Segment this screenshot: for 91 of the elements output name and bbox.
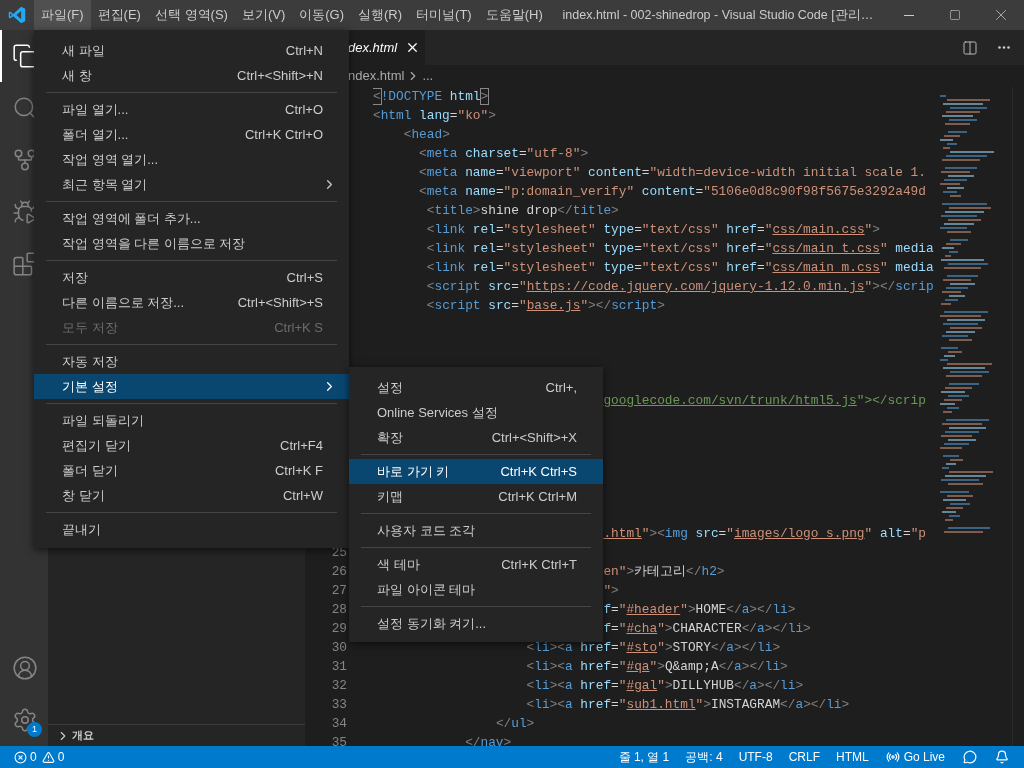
menu-bar-item[interactable]: 보기(V): [234, 0, 293, 30]
menu-item[interactable]: 다른 이름으로 저장... Ctrl+<Shift>+S: [34, 290, 349, 315]
code-line: en">카테고리</h2>: [603, 563, 725, 579]
window-title: index.html - 002-shinedrop - Visual Studio Code [관리…: [562, 6, 874, 24]
menu-item[interactable]: 저장 Ctrl+S: [34, 265, 349, 290]
code-line: <meta charset="utf-8">: [419, 145, 589, 161]
app-logo-icon: [8, 6, 26, 24]
maximize-icon: [949, 9, 961, 21]
code-line: </nav>: [465, 734, 512, 746]
code-line: <!DOCTYPE html>: [373, 88, 489, 104]
status-item[interactable]: CRLF: [780, 746, 828, 768]
menu-bar-item[interactable]: 편집(E): [90, 0, 148, 30]
menu-item[interactable]: 색 테마 Ctrl+K Ctrl+T: [349, 552, 603, 577]
line-number: 27: [331, 582, 347, 598]
menu-bar-item[interactable]: 이동(G): [292, 0, 352, 30]
breadcrumb-item[interactable]: ndex.html: [348, 66, 405, 86]
code-line: f="#header">HOME</a></li>: [603, 601, 796, 617]
status-item[interactable]: 줄 1, 열 1: [610, 746, 678, 768]
menu-item[interactable]: 바로 가기 키 Ctrl+K Ctrl+S: [349, 459, 603, 484]
menu-item[interactable]: 폴더 닫기 Ctrl+K F: [34, 458, 349, 483]
code-line: <html lang="ko">: [373, 107, 496, 123]
code-line: <link rel="stylesheet" type="text/css" href="css/main_t.css" media: [426, 240, 934, 256]
menu-bar-item[interactable]: 도움말(H): [478, 0, 550, 30]
menu-item[interactable]: 작업 영역 열기...: [34, 147, 349, 172]
code-line: <meta name="p:domain_verify" content="5106e0d8c90f98f5675e3292a49d: [419, 183, 926, 199]
activity-bar-item[interactable]: 1: [0, 694, 48, 746]
code-line: <link rel="stylesheet" type="text/css" href="css/main_m.css" media: [426, 259, 934, 275]
menu-item[interactable]: 편집기 닫기 Ctrl+F4: [34, 433, 349, 458]
menu-item[interactable]: 파일 열기... Ctrl+O: [34, 97, 349, 122]
line-number: 33: [331, 696, 347, 712]
code-line: f="#cha">CHARACTER</a></li>: [603, 620, 811, 636]
line-number: 30: [331, 639, 347, 655]
code-line: <li><a href="sub1.html">INSTAGRAM</a></li>: [526, 696, 850, 712]
code-line: </ul>: [495, 715, 535, 731]
menu-item[interactable]: Online Services 설정: [349, 400, 603, 425]
menu-bar-item[interactable]: 파일(F): [34, 0, 91, 30]
bell-icon: [995, 750, 1009, 764]
menu-item[interactable]: 파일 되돌리기: [34, 408, 349, 433]
menu-bar-item[interactable]: 터미널(T): [409, 0, 479, 30]
code-line: <head>: [403, 126, 450, 142]
menu-item[interactable]: 끝내기: [34, 517, 349, 542]
status-item[interactable]: HTML: [827, 746, 877, 768]
code-line: <li><a href="#qa">Q&amp;A</a></li>: [526, 658, 788, 674]
code-line: <link rel="stylesheet" type="text/css" href="css/main.css">: [426, 221, 880, 237]
menu-item[interactable]: 사용자 코드 조각: [349, 518, 603, 543]
error-icon: [14, 750, 27, 764]
menu-item[interactable]: 자동 저장: [34, 349, 349, 374]
status-item[interactable]: UTF-8: [730, 746, 781, 768]
menu-item[interactable]: 작업 영역을 다른 이름으로 저장: [34, 231, 349, 256]
menu-item[interactable]: 확장 Ctrl+<Shift>+X: [349, 425, 603, 450]
code-line: googlecode.com/svn/trunk/html5.js"></scrip: [603, 392, 926, 408]
settings-icon: [12, 707, 38, 733]
ellipsis-icon: [998, 46, 1010, 49]
broadcast-icon: [885, 750, 900, 764]
menu-item[interactable]: 창 닫기 Ctrl+W: [34, 483, 349, 508]
code-line: <script src="https://code.jquery.com/jquery-1.12.0.min.js"></scrip: [426, 278, 934, 294]
menu-item[interactable]: 기본 설정: [34, 374, 349, 399]
menu-item[interactable]: 설정 Ctrl+,: [349, 375, 603, 400]
menu-item[interactable]: 키맵 Ctrl+K Ctrl+M: [349, 484, 603, 509]
menu-item[interactable]: 파일 아이콘 테마: [349, 577, 603, 602]
problems-indicator[interactable]: 0 0: [0, 746, 73, 768]
line-number: 28: [331, 601, 347, 617]
menu-bar-item[interactable]: 실행(R): [351, 0, 410, 30]
split-editor-icon: [962, 39, 978, 56]
breadcrumb-item[interactable]: ...: [422, 66, 434, 86]
go-live-button[interactable]: Go Live: [876, 746, 954, 768]
account-icon: [12, 655, 38, 681]
status-item[interactable]: 공백: 4: [677, 746, 731, 768]
notification-badge: 1: [27, 722, 42, 737]
code-line: .html"><img src="images/logo_s.png" alt="p: [603, 525, 926, 541]
line-number: 35: [331, 734, 347, 746]
line-number: 34: [331, 715, 347, 731]
code-line: <li><a href="#gal">DILLYHUB</a></li>: [526, 677, 804, 693]
chat-icon: [963, 750, 977, 764]
code-line: <li><a href="#sto">STORY</a></li>: [526, 639, 781, 655]
menu-item[interactable]: 설정 동기화 켜기...: [349, 611, 603, 636]
menu-item[interactable]: 폴더 열기... Ctrl+K Ctrl+O: [34, 122, 349, 147]
menu-bar-item[interactable]: 선택 영역(S): [147, 0, 235, 30]
menu-item[interactable]: 작업 영역에 폴더 추가...: [34, 206, 349, 231]
line-number: 31: [331, 658, 347, 674]
menu-item[interactable]: 새 창 Ctrl+<Shift>+N: [34, 63, 349, 88]
line-number: 29: [331, 620, 347, 636]
menu-item[interactable]: 최근 항목 열기: [34, 172, 349, 197]
code-line: <title>shine drop</title>: [426, 202, 619, 218]
code-line: ">: [603, 582, 619, 598]
code-line: <meta name="viewport" content="width=device-width initial scale 1.: [419, 164, 926, 180]
line-number: 32: [331, 677, 347, 693]
minimize-icon: [904, 14, 914, 16]
warning-icon: [41, 750, 55, 764]
line-number: 26: [331, 563, 347, 579]
code-line: <script src="base.js"></script>: [426, 297, 665, 313]
